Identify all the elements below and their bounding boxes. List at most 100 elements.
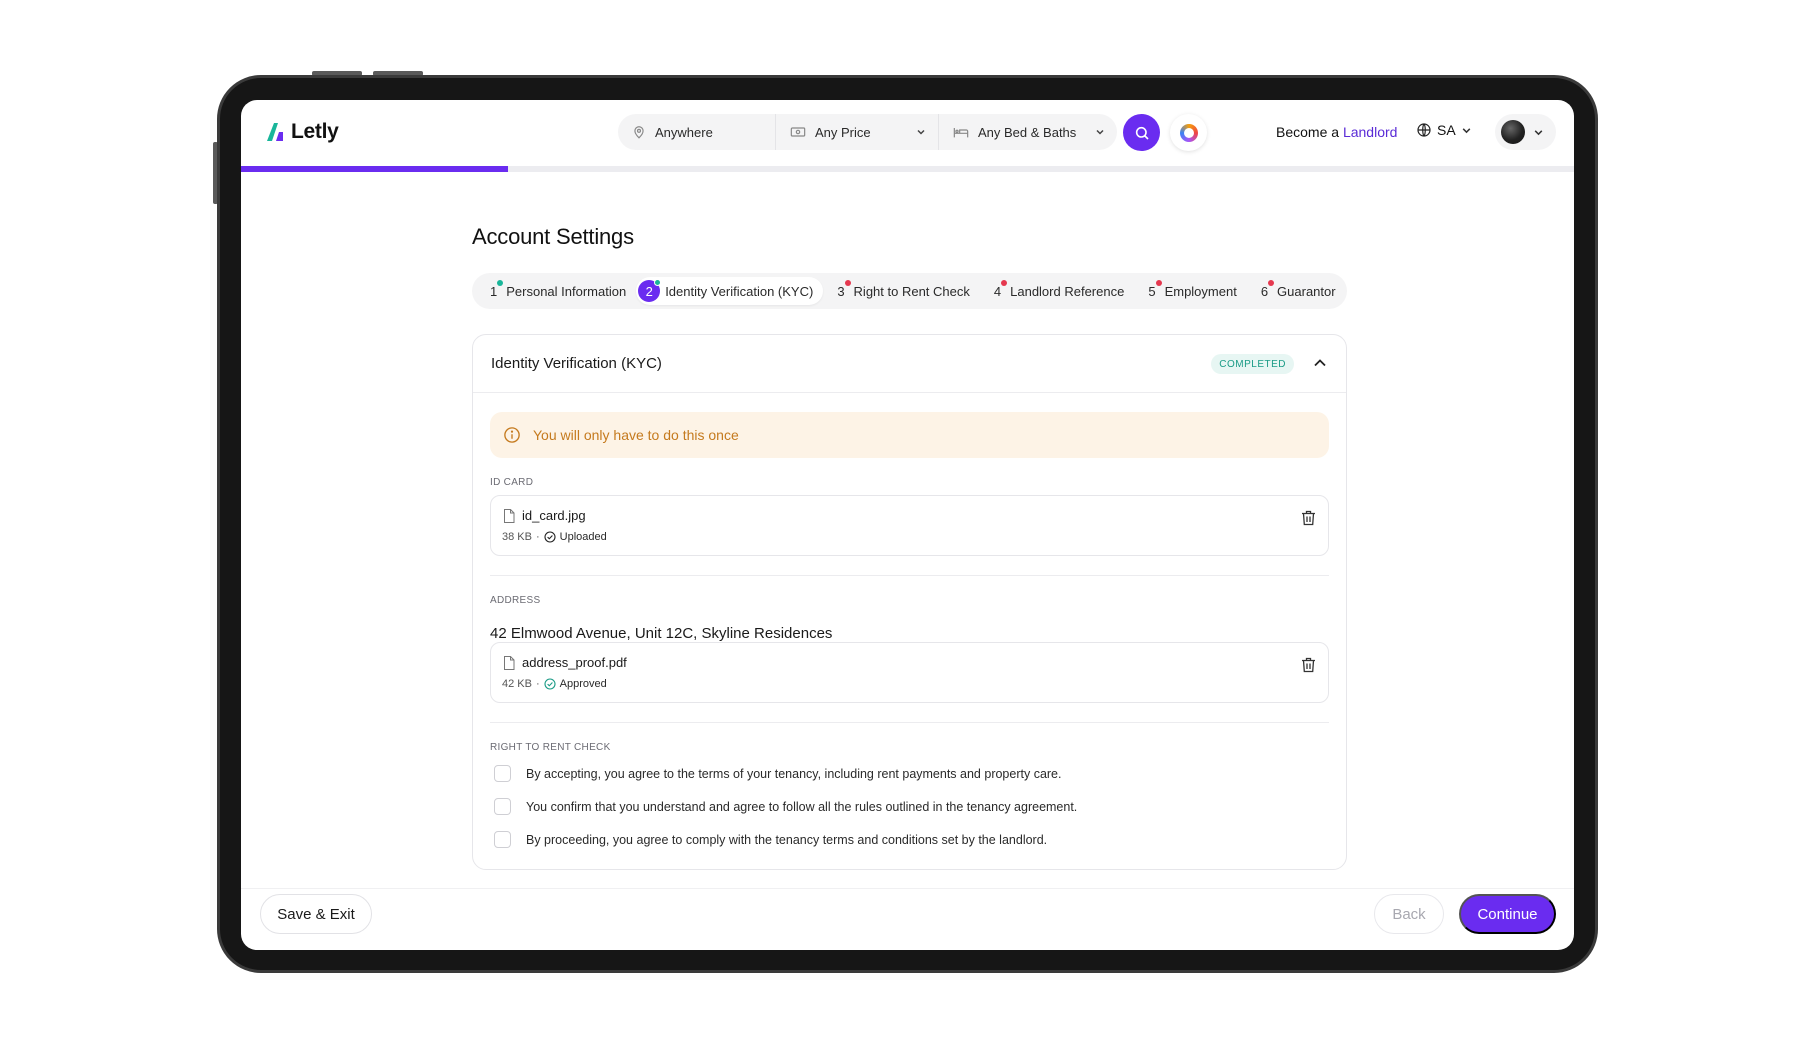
agreement-checkbox[interactable] — [494, 798, 511, 815]
progress-fill — [241, 166, 508, 172]
app-screen: Letly Anywhere Any Price Any Bed & Baths — [241, 100, 1574, 950]
step-status-dot — [1268, 279, 1275, 286]
beds-baths-filter[interactable]: Any Bed & Baths — [939, 114, 1117, 150]
agreement-checkbox[interactable] — [494, 765, 511, 782]
search-icon — [1135, 126, 1149, 140]
address-label: ADDRESS — [490, 595, 541, 606]
info-icon — [504, 427, 520, 443]
step-number: 4 — [994, 279, 1008, 299]
back-button[interactable]: Back — [1374, 894, 1444, 934]
step-label: Guarantor — [1277, 283, 1336, 299]
address-value: 42 Elmwood Avenue, Unit 12C, Skyline Res… — [490, 625, 833, 642]
status-badge: COMPLETED — [1211, 354, 1294, 374]
agreement-checkbox-row[interactable]: You confirm that you understand and agre… — [494, 798, 1077, 815]
chevron-down-icon — [917, 129, 925, 135]
step-tab[interactable]: 5 Employment — [1134, 277, 1246, 305]
file-size: 42 KB — [502, 678, 532, 690]
agreement-checkbox-row[interactable]: By accepting, you agree to the terms of … — [494, 765, 1061, 782]
id-card-label: ID CARD — [490, 477, 534, 488]
price-filter[interactable]: Any Price — [776, 114, 939, 150]
chevron-down-icon — [1534, 129, 1543, 135]
letly-logo-icon — [267, 123, 283, 141]
step-status-dot — [654, 279, 662, 286]
continue-button[interactable]: Continue — [1459, 894, 1556, 934]
agreement-checkbox[interactable] — [494, 831, 511, 848]
file-icon — [504, 508, 515, 523]
search-button[interactable] — [1123, 114, 1160, 151]
become-landlord-link[interactable]: Become a Landlord — [1276, 124, 1397, 140]
agreement-checkbox-row[interactable]: By proceeding, you agree to comply with … — [494, 831, 1047, 848]
step-tab[interactable]: 3 Right to Rent Check — [823, 277, 980, 305]
file-status: Uploaded — [559, 531, 607, 543]
file-name: id_card.jpg — [522, 508, 586, 523]
step-number: 1 — [490, 279, 504, 299]
file-status: Approved — [559, 678, 607, 690]
meta-separator: · — [535, 678, 540, 690]
banknote-icon — [790, 127, 806, 137]
meta-separator: · — [535, 531, 540, 543]
file-icon — [504, 655, 515, 670]
location-filter[interactable]: Anywhere — [618, 114, 776, 150]
step-label: Identity Verification (KYC) — [665, 283, 814, 299]
footer-divider — [241, 888, 1574, 889]
step-tab[interactable]: 2 Identity Verification (KYC) — [636, 277, 824, 305]
file-name-row: id_card.jpg — [503, 508, 586, 523]
step-label: Right to Rent Check — [853, 283, 970, 299]
step-tab[interactable]: 1 Personal Information — [476, 277, 636, 305]
language-selector[interactable]: SA — [1416, 122, 1472, 138]
language-code: SA — [1437, 122, 1456, 138]
divider — [490, 575, 1329, 576]
chevron-up-icon[interactable] — [1312, 355, 1328, 371]
trash-icon[interactable] — [1301, 657, 1316, 673]
file-meta: 42 KB · Approved — [502, 678, 607, 690]
profile-menu[interactable] — [1495, 114, 1556, 150]
file-size: 38 KB — [502, 531, 532, 543]
chevron-down-icon — [1096, 129, 1104, 135]
agreement-text: You confirm that you understand and agre… — [526, 799, 1078, 814]
step-status-dot — [497, 279, 504, 286]
beds-label: Any Bed & Baths — [978, 124, 1077, 140]
price-label: Any Price — [815, 124, 871, 140]
step-tab[interactable]: 6 Guarantor — [1247, 277, 1346, 305]
agreement-text: By proceeding, you agree to comply with … — [526, 832, 1048, 847]
file-name: address_proof.pdf — [522, 655, 627, 670]
step-tab[interactable]: 4 Landlord Reference — [980, 277, 1134, 305]
letly-logo[interactable]: Letly — [265, 120, 339, 144]
bed-icon — [953, 128, 969, 138]
id-card-file: id_card.jpg 38 KB · Uploaded — [490, 495, 1329, 556]
info-notice: You will only have to do this once — [490, 412, 1329, 458]
globe-icon — [1417, 123, 1431, 137]
avatar — [1501, 120, 1525, 144]
section-title: Identity Verification (KYC) — [491, 355, 662, 372]
step-status-dot — [1001, 279, 1008, 286]
section-header[interactable]: Identity Verification (KYC) COMPLETED — [473, 335, 1346, 393]
ai-assistant-button[interactable] — [1170, 114, 1207, 151]
check-circle-icon — [544, 678, 556, 690]
file-name-row: address_proof.pdf — [503, 655, 627, 670]
trash-icon[interactable] — [1301, 510, 1316, 526]
onboarding-progress — [241, 166, 1574, 172]
become-prefix: Become a — [1276, 124, 1340, 140]
step-label: Employment — [1164, 283, 1237, 299]
step-number: 5 — [1148, 279, 1162, 299]
check-circle-icon — [544, 531, 556, 543]
location-label: Anywhere — [655, 124, 713, 140]
agreement-text: By accepting, you agree to the terms of … — [526, 766, 1062, 781]
become-accent: Landlord — [1342, 124, 1398, 140]
step-status-dot — [844, 279, 851, 286]
steps-tabs: 1 Personal Information 2 Identity Verificat… — [472, 273, 1347, 309]
ai-orb-icon — [1179, 123, 1198, 142]
step-status-dot — [1155, 279, 1162, 286]
divider — [490, 722, 1329, 723]
step-label: Landlord Reference — [1010, 283, 1125, 299]
map-pin-icon — [634, 126, 644, 139]
save-exit-button[interactable]: Save & Exit — [260, 894, 372, 934]
step-number: 3 — [837, 279, 851, 299]
step-number: 6 — [1261, 279, 1275, 299]
step-number: 2 — [638, 279, 662, 302]
chevron-down-icon — [1462, 127, 1471, 133]
page-title: Account Settings — [472, 224, 634, 249]
kyc-section-card: Identity Verification (KYC) COMPLETED Yo… — [472, 334, 1347, 870]
brand-name: Letly — [291, 120, 339, 143]
file-meta: 38 KB · Uploaded — [502, 531, 607, 543]
